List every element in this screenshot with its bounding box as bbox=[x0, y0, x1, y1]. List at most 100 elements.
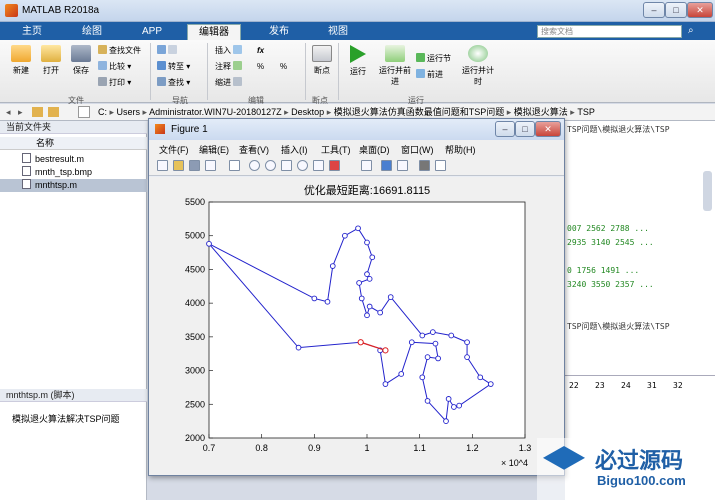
maximize-button[interactable]: □ bbox=[665, 2, 687, 18]
search-icon[interactable]: ⌕ bbox=[688, 25, 694, 36]
x-tick-label: 1 bbox=[364, 443, 369, 453]
figure-minimize-button[interactable]: – bbox=[495, 121, 515, 137]
figure-window[interactable]: Figure 1 – □ ✕ 文件(F) 编辑(E) 查看(V) 插入(I) 工具(T)… bbox=[148, 118, 565, 476]
advance-icon bbox=[416, 69, 425, 78]
file-item[interactable]: mnth_tsp.bmp bbox=[0, 166, 147, 179]
breadcrumb-item[interactable]: TSP bbox=[577, 107, 595, 117]
figure-menu-item[interactable]: 桌面(D) bbox=[359, 143, 390, 156]
run-label: 运行 bbox=[350, 67, 366, 76]
figure-icon bbox=[155, 124, 165, 134]
open-label: 打开 bbox=[43, 66, 59, 75]
indent-label: 缩进 bbox=[215, 78, 231, 87]
tab-1[interactable]: 绘图 bbox=[70, 24, 114, 40]
table-cell: 24 bbox=[621, 381, 631, 390]
new-figure-icon[interactable] bbox=[157, 160, 168, 171]
tab-2[interactable]: APP bbox=[128, 24, 176, 40]
figure-maximize-button[interactable]: □ bbox=[515, 121, 535, 137]
breadcrumb-item[interactable]: Administrator.WIN7U-20180127Z bbox=[149, 107, 282, 117]
city-point bbox=[377, 309, 384, 316]
run-button[interactable]: 运行 bbox=[344, 45, 372, 77]
run-section-button[interactable]: 运行节 bbox=[416, 53, 451, 65]
y-tick-label: 4500 bbox=[185, 264, 205, 274]
breakpoint-label: 断点 bbox=[314, 66, 330, 75]
folder-icon bbox=[41, 45, 61, 62]
indent-button[interactable]: 缩进 bbox=[215, 77, 244, 89]
save-figure-icon[interactable] bbox=[189, 160, 200, 171]
colorbar-icon[interactable] bbox=[381, 160, 392, 171]
print-figure-icon[interactable] bbox=[205, 160, 216, 171]
city-point bbox=[451, 404, 457, 410]
legend-icon[interactable] bbox=[397, 160, 408, 171]
figure-menu-item[interactable]: 查看(V) bbox=[239, 143, 269, 156]
pan-icon[interactable] bbox=[281, 160, 292, 171]
tsp-route-chart[interactable]: 优化最短距离:16691.8115 × 10^4 0.7 0.8 0.9 1 1.1 1.… bbox=[149, 177, 564, 475]
plot-area[interactable]: 优化最短距离:16691.8115 × 10^4 0.7 0.8 0.9 1 1.1 1.… bbox=[149, 177, 564, 475]
pointer-icon[interactable] bbox=[229, 160, 240, 171]
figure-menu-item[interactable]: 帮助(H) bbox=[445, 143, 476, 156]
breadcrumb-item[interactable]: C: bbox=[98, 107, 107, 117]
scrollbar[interactable] bbox=[703, 171, 712, 211]
tab-5[interactable]: 视图 bbox=[316, 24, 360, 40]
table-cell: 32 bbox=[673, 381, 683, 390]
name-column-header[interactable]: 名称 bbox=[0, 137, 147, 150]
tab-4[interactable]: 发布 bbox=[255, 24, 303, 40]
open-file-icon[interactable] bbox=[173, 160, 184, 171]
search-input[interactable]: 搜索文档 bbox=[537, 25, 682, 38]
advance-button[interactable]: 前进 bbox=[416, 69, 443, 81]
run-advance-button[interactable]: 运行并前进 bbox=[378, 45, 412, 87]
find-files-icon bbox=[98, 45, 107, 54]
file-item[interactable]: bestresult.m bbox=[0, 153, 147, 166]
root-folder-icon[interactable] bbox=[78, 106, 90, 118]
data-cursor-icon[interactable] bbox=[313, 160, 324, 171]
run-time-button[interactable]: 运行并计时 bbox=[462, 45, 494, 87]
minimize-button[interactable]: – bbox=[643, 2, 665, 18]
show-tools-icon[interactable] bbox=[435, 160, 446, 171]
rotate-icon[interactable] bbox=[297, 160, 308, 171]
figure-menu-item[interactable]: 窗口(W) bbox=[401, 143, 434, 156]
comment-button[interactable]: 注释 bbox=[215, 61, 244, 73]
city-point bbox=[364, 312, 370, 319]
back-forward-buttons[interactable] bbox=[157, 45, 179, 57]
save-icon bbox=[71, 45, 91, 62]
figure-menu-item[interactable]: 工具(T) bbox=[321, 143, 351, 156]
breadcrumb-item[interactable]: Desktop bbox=[291, 107, 324, 117]
zoom-in-icon[interactable] bbox=[249, 160, 260, 171]
fx-button[interactable]: fx bbox=[257, 45, 264, 57]
table-cell: 23 bbox=[595, 381, 605, 390]
nav-back-icon[interactable]: ◂ bbox=[6, 107, 11, 118]
figure-menu-item[interactable]: 编辑(E) bbox=[199, 143, 229, 156]
hide-tools-icon[interactable] bbox=[419, 160, 430, 171]
close-button[interactable]: ✕ bbox=[687, 2, 713, 18]
link-plot-icon[interactable] bbox=[361, 160, 372, 171]
new-button[interactable]: 新建 bbox=[6, 45, 36, 76]
figure-menu-item[interactable]: 文件(F) bbox=[159, 143, 189, 156]
folder-up-icon[interactable] bbox=[32, 107, 43, 117]
uncomment-icon[interactable]: % bbox=[280, 61, 287, 73]
percent-icon[interactable]: % bbox=[257, 61, 264, 73]
find-files-button[interactable]: 查找文件 bbox=[98, 45, 141, 57]
figure-close-button[interactable]: ✕ bbox=[535, 121, 561, 137]
save-button[interactable]: 保存 bbox=[66, 45, 96, 76]
insert-button[interactable]: 插入 bbox=[215, 45, 244, 57]
goto-button[interactable]: 转至 ▾ bbox=[157, 61, 190, 73]
graduation-cap-icon bbox=[543, 446, 585, 470]
breakpoints-button[interactable]: 断点 bbox=[308, 45, 336, 76]
breadcrumb-item[interactable]: 模拟退火算法仿真函数最值问题和TSP问题 bbox=[334, 107, 505, 117]
open-button[interactable]: 打开 bbox=[36, 45, 66, 76]
brush-icon[interactable] bbox=[329, 160, 340, 171]
tab-3[interactable]: 编辑器 bbox=[187, 24, 241, 40]
breadcrumb-item[interactable]: Users bbox=[117, 107, 141, 117]
run-advance-icon bbox=[385, 45, 405, 62]
insert-section-icon bbox=[233, 45, 243, 54]
browse-folder-icon[interactable] bbox=[48, 107, 59, 117]
ribbon-tabs: 主页 绘图 APP 编辑器 发布 视图 搜索文档 ⌕ bbox=[0, 22, 715, 40]
print-button[interactable]: 打印 ▾ bbox=[98, 77, 131, 89]
figure-menu-item[interactable]: 插入(I) bbox=[281, 143, 308, 156]
find-button[interactable]: 查找 ▾ bbox=[157, 77, 190, 89]
compare-button[interactable]: 比较 ▾ bbox=[98, 61, 131, 73]
tab-0[interactable]: 主页 bbox=[10, 24, 54, 40]
file-item[interactable]: mnthtsp.m bbox=[0, 179, 147, 192]
breadcrumb-item[interactable]: 模拟退火算法 bbox=[514, 107, 568, 117]
nav-forward-icon[interactable]: ▸ bbox=[18, 107, 23, 118]
zoom-out-icon[interactable] bbox=[265, 160, 276, 171]
